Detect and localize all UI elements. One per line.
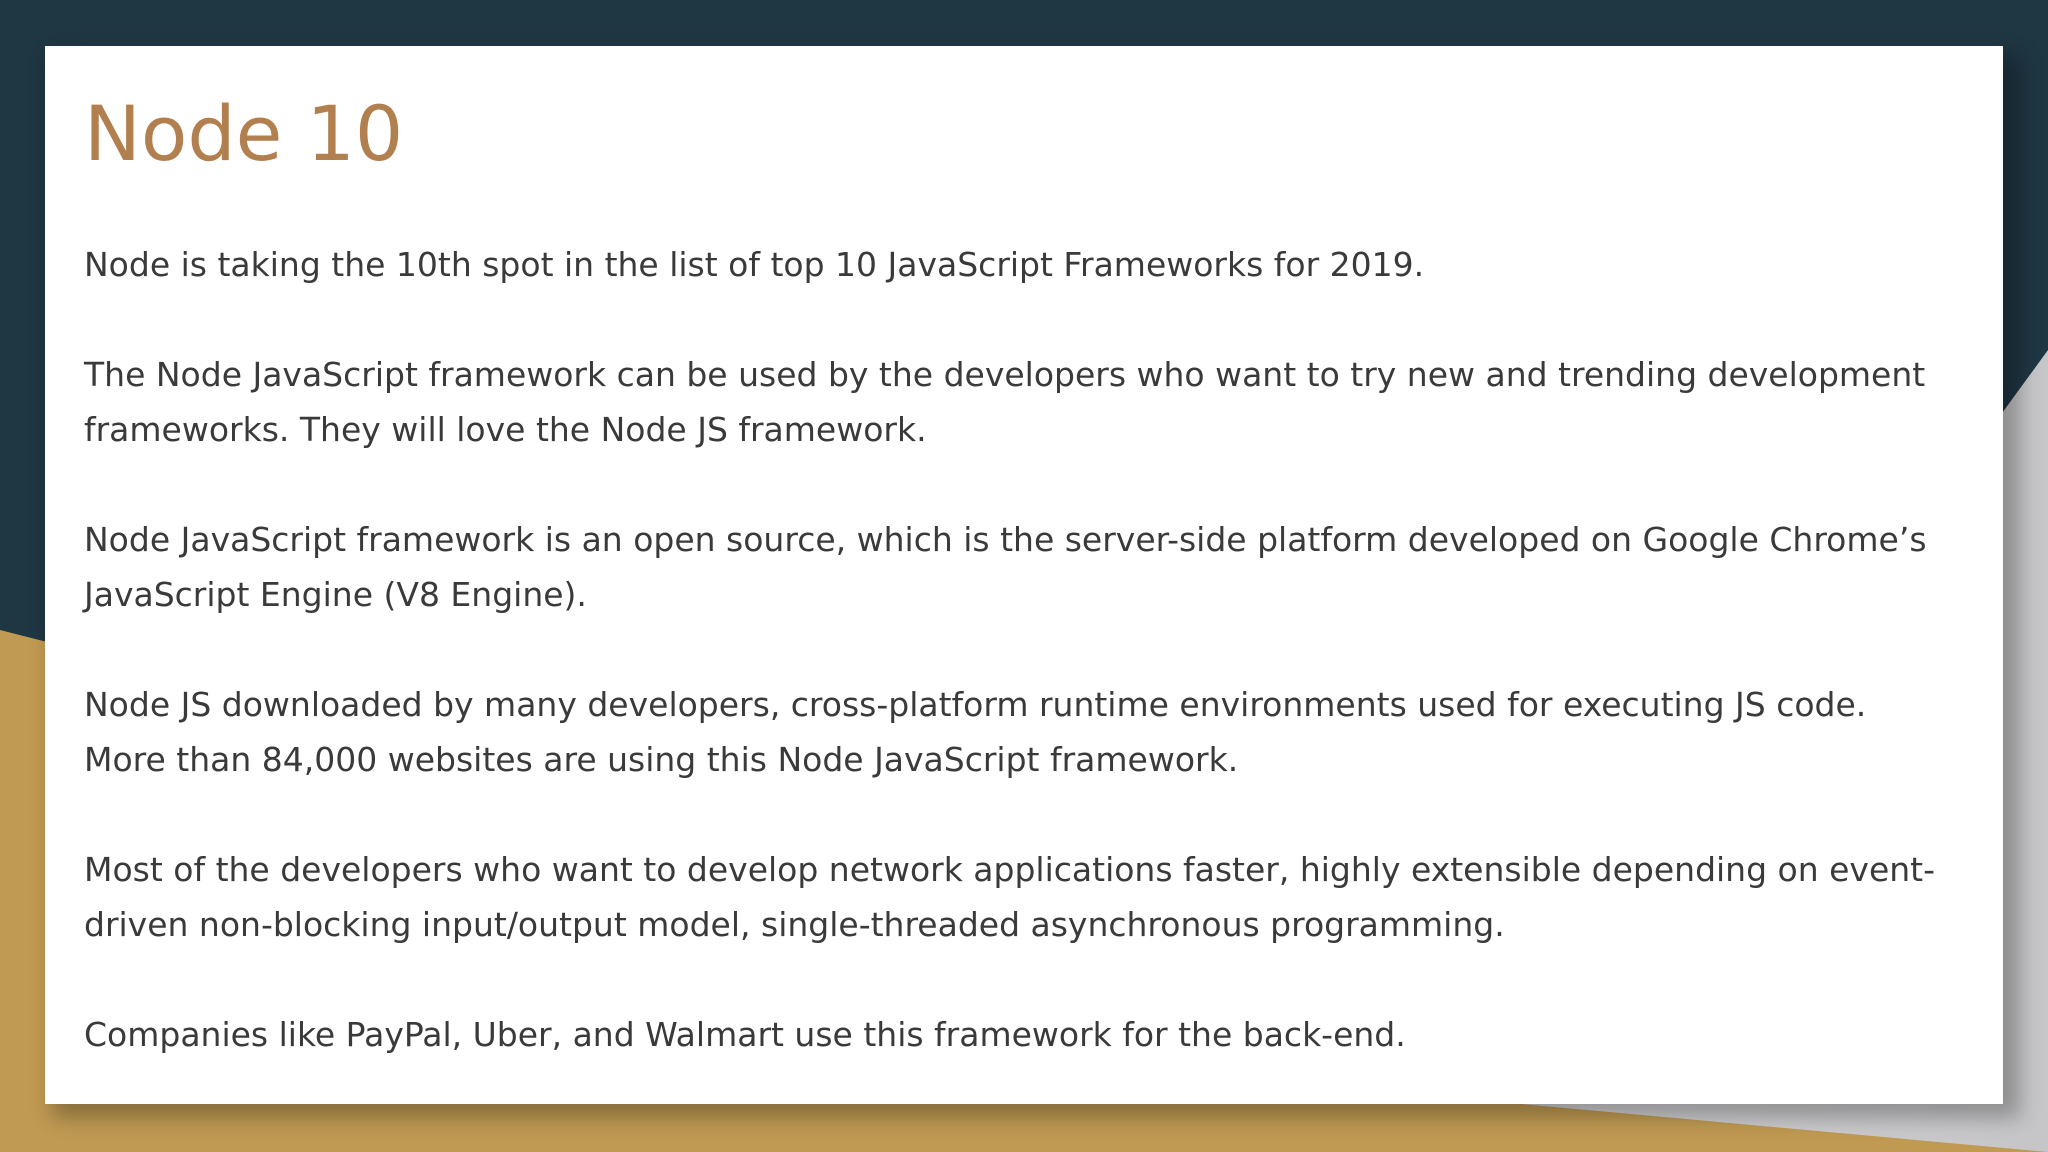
paragraph-usage: Node JS downloaded by many developers, c… — [84, 685, 1867, 780]
slide-body: Node is taking the 10th spot in the list… — [84, 237, 1963, 1062]
paragraph-platform: Node JavaScript framework is an open sou… — [84, 520, 1927, 615]
paragraph-companies: Companies like PayPal, Uber, and Walmart… — [84, 1015, 1406, 1055]
paragraph-target-developers: The Node JavaScript framework can be use… — [84, 355, 1926, 450]
slide-content-panel: Node 10 Node is taking the 10th spot in … — [45, 46, 2003, 1104]
slide-title: Node 10 — [84, 89, 404, 178]
paragraph-ranking: Node is taking the 10th spot in the list… — [84, 245, 1425, 285]
paragraph-architecture: Most of the developers who want to devel… — [84, 850, 1936, 945]
